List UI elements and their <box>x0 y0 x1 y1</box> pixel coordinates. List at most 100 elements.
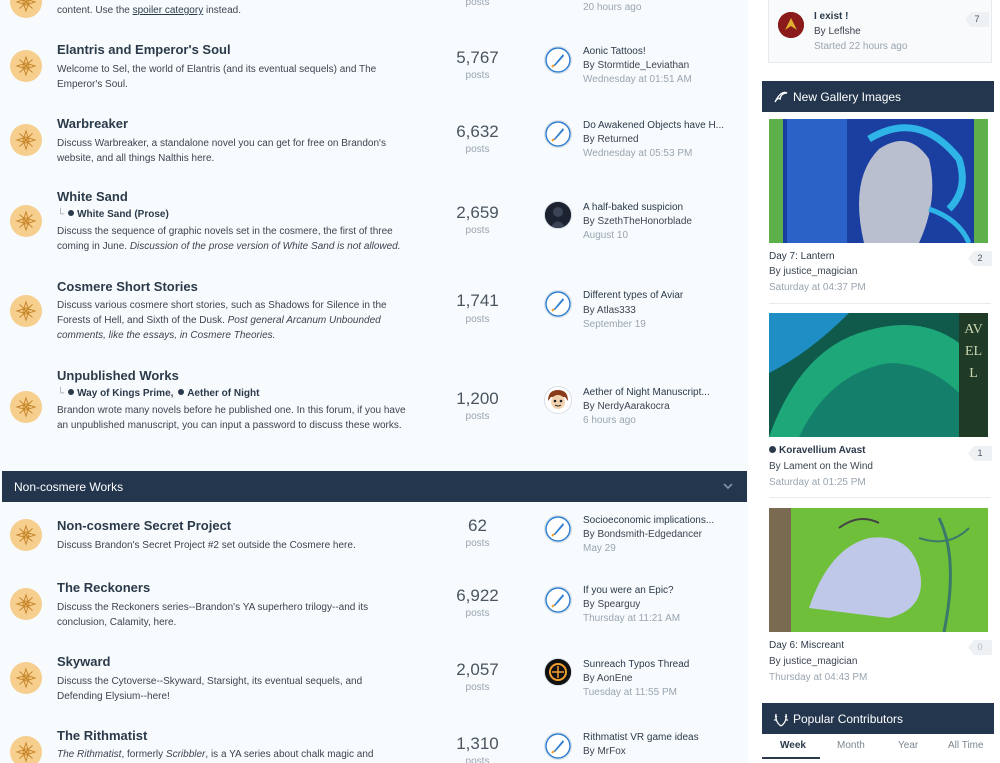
forum-icon <box>10 0 42 18</box>
spoiler-category-link[interactable]: spoiler category <box>133 5 204 16</box>
quill-avatar[interactable] <box>544 120 572 148</box>
forum-icon <box>10 391 42 423</box>
forum-title[interactable]: White Sand <box>57 189 128 204</box>
gallery-swirl-icon <box>774 91 788 103</box>
sidebar: I exist ! By Leflshe Started 22 hours ag… <box>762 0 994 763</box>
gallery-item-title[interactable]: Day 6: Miscreant <box>769 640 844 651</box>
dark-figure-avatar[interactable] <box>544 201 572 229</box>
forum-icon <box>10 124 42 156</box>
tab-year[interactable]: Year <box>898 740 918 751</box>
reply-count-badge: 7 <box>965 12 989 27</box>
post-count-label: posts <box>465 411 490 422</box>
tab-all-time[interactable]: All Time <box>948 740 984 751</box>
last-post-author[interactable]: By Bondsmith-Edgedancer <box>583 529 702 540</box>
post-count: 62 <box>468 516 487 535</box>
last-post-author[interactable]: By Returned <box>583 134 639 145</box>
quill-avatar[interactable] <box>544 586 572 614</box>
topic-card[interactable]: I exist ! By Leflshe Started 22 hours ag… <box>768 0 992 63</box>
chevron-down-icon[interactable] <box>723 481 733 491</box>
forum-icon <box>10 295 42 327</box>
gallery-item-time: Saturday at 01:25 PM <box>769 477 866 488</box>
forum-description: Discuss various cosmere short stories, s… <box>57 300 387 341</box>
forum-title[interactable]: Warbreaker <box>57 116 128 131</box>
subforum-link[interactable]: Aether of Night <box>187 388 259 399</box>
last-post-title[interactable]: Do Awakened Objects have H... <box>583 120 733 131</box>
last-post-author[interactable]: By NerdyAarakocra <box>583 401 670 412</box>
last-post-author[interactable]: By MrFox <box>583 746 626 757</box>
last-post-time: Wednesday at 01:51 AM <box>583 74 692 85</box>
last-post-author[interactable]: By SzethTheHonorblade <box>583 216 692 227</box>
forum-description: content. Use the spoiler category instea… <box>57 5 242 16</box>
quill-avatar[interactable] <box>544 732 572 760</box>
forum-description: Discuss the Cytoverse--Skyward, Starsigh… <box>57 676 363 702</box>
forum-description: Discuss the Reckoners series--Brandon's … <box>57 602 369 628</box>
aon-avatar[interactable] <box>544 658 572 686</box>
post-count-label: posts <box>465 70 490 81</box>
forum-title[interactable]: Elantris and Emperor's Soul <box>57 42 231 57</box>
topic-title[interactable]: I exist ! <box>814 11 848 22</box>
last-post-time: Wednesday at 05:53 PM <box>583 148 693 159</box>
quill-avatar[interactable] <box>544 515 572 543</box>
subforum-link[interactable]: Way of Kings Prime, <box>77 388 173 399</box>
last-post-author[interactable]: By Spearguy <box>583 599 640 610</box>
quill-avatar[interactable] <box>544 290 572 318</box>
forum-icon <box>10 519 42 551</box>
post-count: 5,767 <box>456 48 499 67</box>
subforum-link[interactable]: White Sand (Prose) <box>77 209 169 220</box>
quill-avatar[interactable] <box>544 46 572 74</box>
last-post-author[interactable]: By Atlas333 <box>583 305 636 316</box>
forum-title[interactable]: Skyward <box>57 654 110 669</box>
last-post-author[interactable]: By AonEne <box>583 673 632 684</box>
category-title: Non-cosmere Works <box>14 480 124 494</box>
gallery-item-title[interactable]: Day 7: Lantern <box>769 251 835 262</box>
gallery-item-author[interactable]: By justice_magician <box>769 656 857 667</box>
last-post-title[interactable]: Socioeconomic implications... <box>583 515 733 526</box>
forum-title[interactable]: The Reckoners <box>57 580 150 595</box>
gallery-item-author[interactable]: By Lament on the Wind <box>769 461 873 472</box>
topic-author[interactable]: By Leflshe <box>814 26 861 37</box>
last-post-time: Tuesday at 11:55 PM <box>583 687 677 698</box>
last-post-time: Thursday at 11:21 AM <box>583 613 681 624</box>
gallery-item-author[interactable]: By justice_magician <box>769 266 857 277</box>
tab-month[interactable]: Month <box>837 740 865 751</box>
forum-row: Non-cosmere Secret Project Discuss Brand… <box>0 515 748 571</box>
forum-row: Elantris and Emperor's Soul Welcome to S… <box>0 40 748 112</box>
last-post-title[interactable]: Sunreach Typos Thread <box>583 659 733 670</box>
post-count-label: posts <box>465 225 490 236</box>
active-tab-indicator <box>762 757 820 759</box>
forum-description: Brandon wrote many novels before he publ… <box>57 405 406 431</box>
post-count: 2,659 <box>456 203 499 222</box>
forum-row: Unpublished Works └ Way of Kings Prime, A… <box>0 367 748 463</box>
post-count-label: posts <box>465 0 490 8</box>
last-post-author[interactable]: By Stormtide_Leviathan <box>583 60 689 71</box>
last-post-title[interactable]: Different types of Aviar <box>583 290 733 301</box>
gallery-item-title[interactable]: Koravellium Avast <box>769 445 866 456</box>
post-count-label: posts <box>465 144 490 155</box>
tab-week[interactable]: Week <box>780 740 806 751</box>
last-post-title[interactable]: Aether of Night Manuscript... <box>583 387 733 398</box>
gallery-image-koravellium[interactable]: AVELL <box>769 313 988 437</box>
last-post-title[interactable]: A half-baked suspicion <box>583 202 733 213</box>
last-post-title[interactable]: Aonic Tattoos! <box>583 46 733 57</box>
user-avatar[interactable] <box>778 12 804 38</box>
last-post-title[interactable]: Rithmatist VR game ideas <box>583 732 733 743</box>
forum-icon <box>10 662 42 694</box>
forum-title[interactable]: Unpublished Works <box>57 368 179 383</box>
forum-title[interactable]: The Rithmatist <box>57 728 147 743</box>
forum-title[interactable]: Cosmere Short Stories <box>57 279 198 294</box>
forum-icon <box>10 588 42 620</box>
last-post-time: 20 hours ago <box>583 2 642 13</box>
forum-description: Discuss Brandon's Secret Project #2 set … <box>57 540 356 551</box>
image-letters: AVELL <box>964 322 983 381</box>
gallery-image-lantern[interactable] <box>769 119 988 243</box>
gallery-image-miscreant[interactable] <box>769 508 988 632</box>
subforum-list: └ Way of Kings Prime, Aether of Night <box>57 388 260 399</box>
post-count: 6,632 <box>456 122 499 141</box>
forum-row: Warbreaker Discuss Warbreaker, a standal… <box>0 114 748 186</box>
category-header[interactable]: Non-cosmere Works <box>2 471 747 502</box>
last-post-title[interactable]: If you were an Epic? <box>583 585 733 596</box>
forum-icon <box>10 736 42 763</box>
forum-description: Discuss the sequence of graphic novels s… <box>57 226 401 252</box>
forum-title[interactable]: Non-cosmere Secret Project <box>57 518 231 533</box>
cartoon-face-avatar[interactable] <box>544 386 572 414</box>
